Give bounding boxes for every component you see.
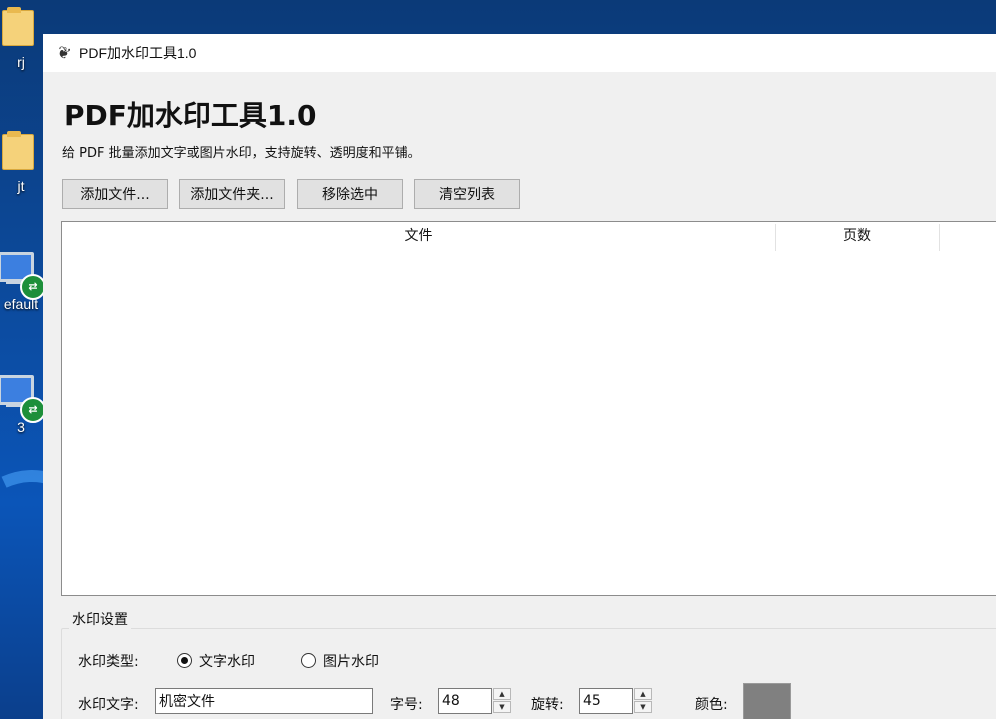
desktop-icon-label: jt xyxy=(17,178,25,194)
clear-list-button[interactable]: 清空列表 xyxy=(414,179,520,209)
folder-icon xyxy=(2,7,34,46)
font-size-label: 字号: xyxy=(390,697,423,713)
font-size-stepper[interactable]: ▲ ▼ xyxy=(493,688,511,714)
desktop-icon-default[interactable]: ⇄ efault xyxy=(0,252,46,312)
rotation-input[interactable] xyxy=(579,688,633,714)
desktop-icon-3[interactable]: ⇄ 3 xyxy=(0,375,46,435)
title-bar[interactable]: ❦ PDF加水印工具1.0 xyxy=(43,34,996,72)
column-divider[interactable] xyxy=(939,224,940,251)
file-table[interactable]: 文件 页数 xyxy=(61,221,996,596)
folder-icon xyxy=(2,131,34,170)
page-title: PDF加水印工具1.0 xyxy=(64,99,317,132)
chevron-down-icon[interactable]: ▼ xyxy=(493,701,511,713)
watermark-type-label: 水印类型: xyxy=(78,654,139,670)
desktop-icon-label: rj xyxy=(17,54,25,70)
font-size-input[interactable] xyxy=(438,688,492,714)
feather-icon: ❦ xyxy=(54,41,74,64)
add-folder-button[interactable]: 添加文件夹... xyxy=(179,179,285,209)
watermark-text-input[interactable] xyxy=(155,688,373,714)
radio-text-watermark[interactable] xyxy=(177,653,192,668)
add-file-button[interactable]: 添加文件... xyxy=(62,179,168,209)
column-header-file[interactable]: 文件 xyxy=(62,222,775,251)
radio-text-watermark-label[interactable]: 文字水印 xyxy=(199,651,255,671)
color-swatch-button[interactable] xyxy=(743,683,791,719)
chevron-up-icon[interactable]: ▲ xyxy=(634,688,652,700)
chevron-up-icon[interactable]: ▲ xyxy=(493,688,511,700)
window-title: PDF加水印工具1.0 xyxy=(79,45,197,61)
watermark-settings-title: 水印设置 xyxy=(69,609,131,629)
app-window: ❦ PDF加水印工具1.0 PDF加水印工具1.0 给 PDF 批量添加文字或图… xyxy=(43,34,996,719)
watermark-text-label: 水印文字: xyxy=(78,697,139,713)
desktop-icon-jt[interactable]: jt xyxy=(0,131,42,194)
table-header: 文件 页数 xyxy=(62,222,996,251)
radio-image-watermark[interactable] xyxy=(301,653,316,668)
column-header-pages[interactable]: 页数 xyxy=(776,222,938,251)
chevron-down-icon[interactable]: ▼ xyxy=(634,701,652,713)
remote-desktop-icon: ⇄ xyxy=(0,375,46,423)
desktop-icon-rj[interactable]: rj xyxy=(0,7,42,70)
main-content: PDF加水印工具1.0 给 PDF 批量添加文字或图片水印，支持旋转、透明度和平… xyxy=(43,72,996,719)
remote-desktop-icon: ⇄ xyxy=(0,252,46,300)
rotation-label: 旋转: xyxy=(531,697,564,713)
page-subtitle: 给 PDF 批量添加文字或图片水印，支持旋转、透明度和平铺。 xyxy=(62,146,421,161)
color-label: 颜色: xyxy=(695,697,728,713)
radio-selected-dot xyxy=(181,657,188,664)
remove-selected-button[interactable]: 移除选中 xyxy=(297,179,403,209)
rotation-stepper[interactable]: ▲ ▼ xyxy=(634,688,652,714)
radio-image-watermark-label[interactable]: 图片水印 xyxy=(323,651,379,671)
